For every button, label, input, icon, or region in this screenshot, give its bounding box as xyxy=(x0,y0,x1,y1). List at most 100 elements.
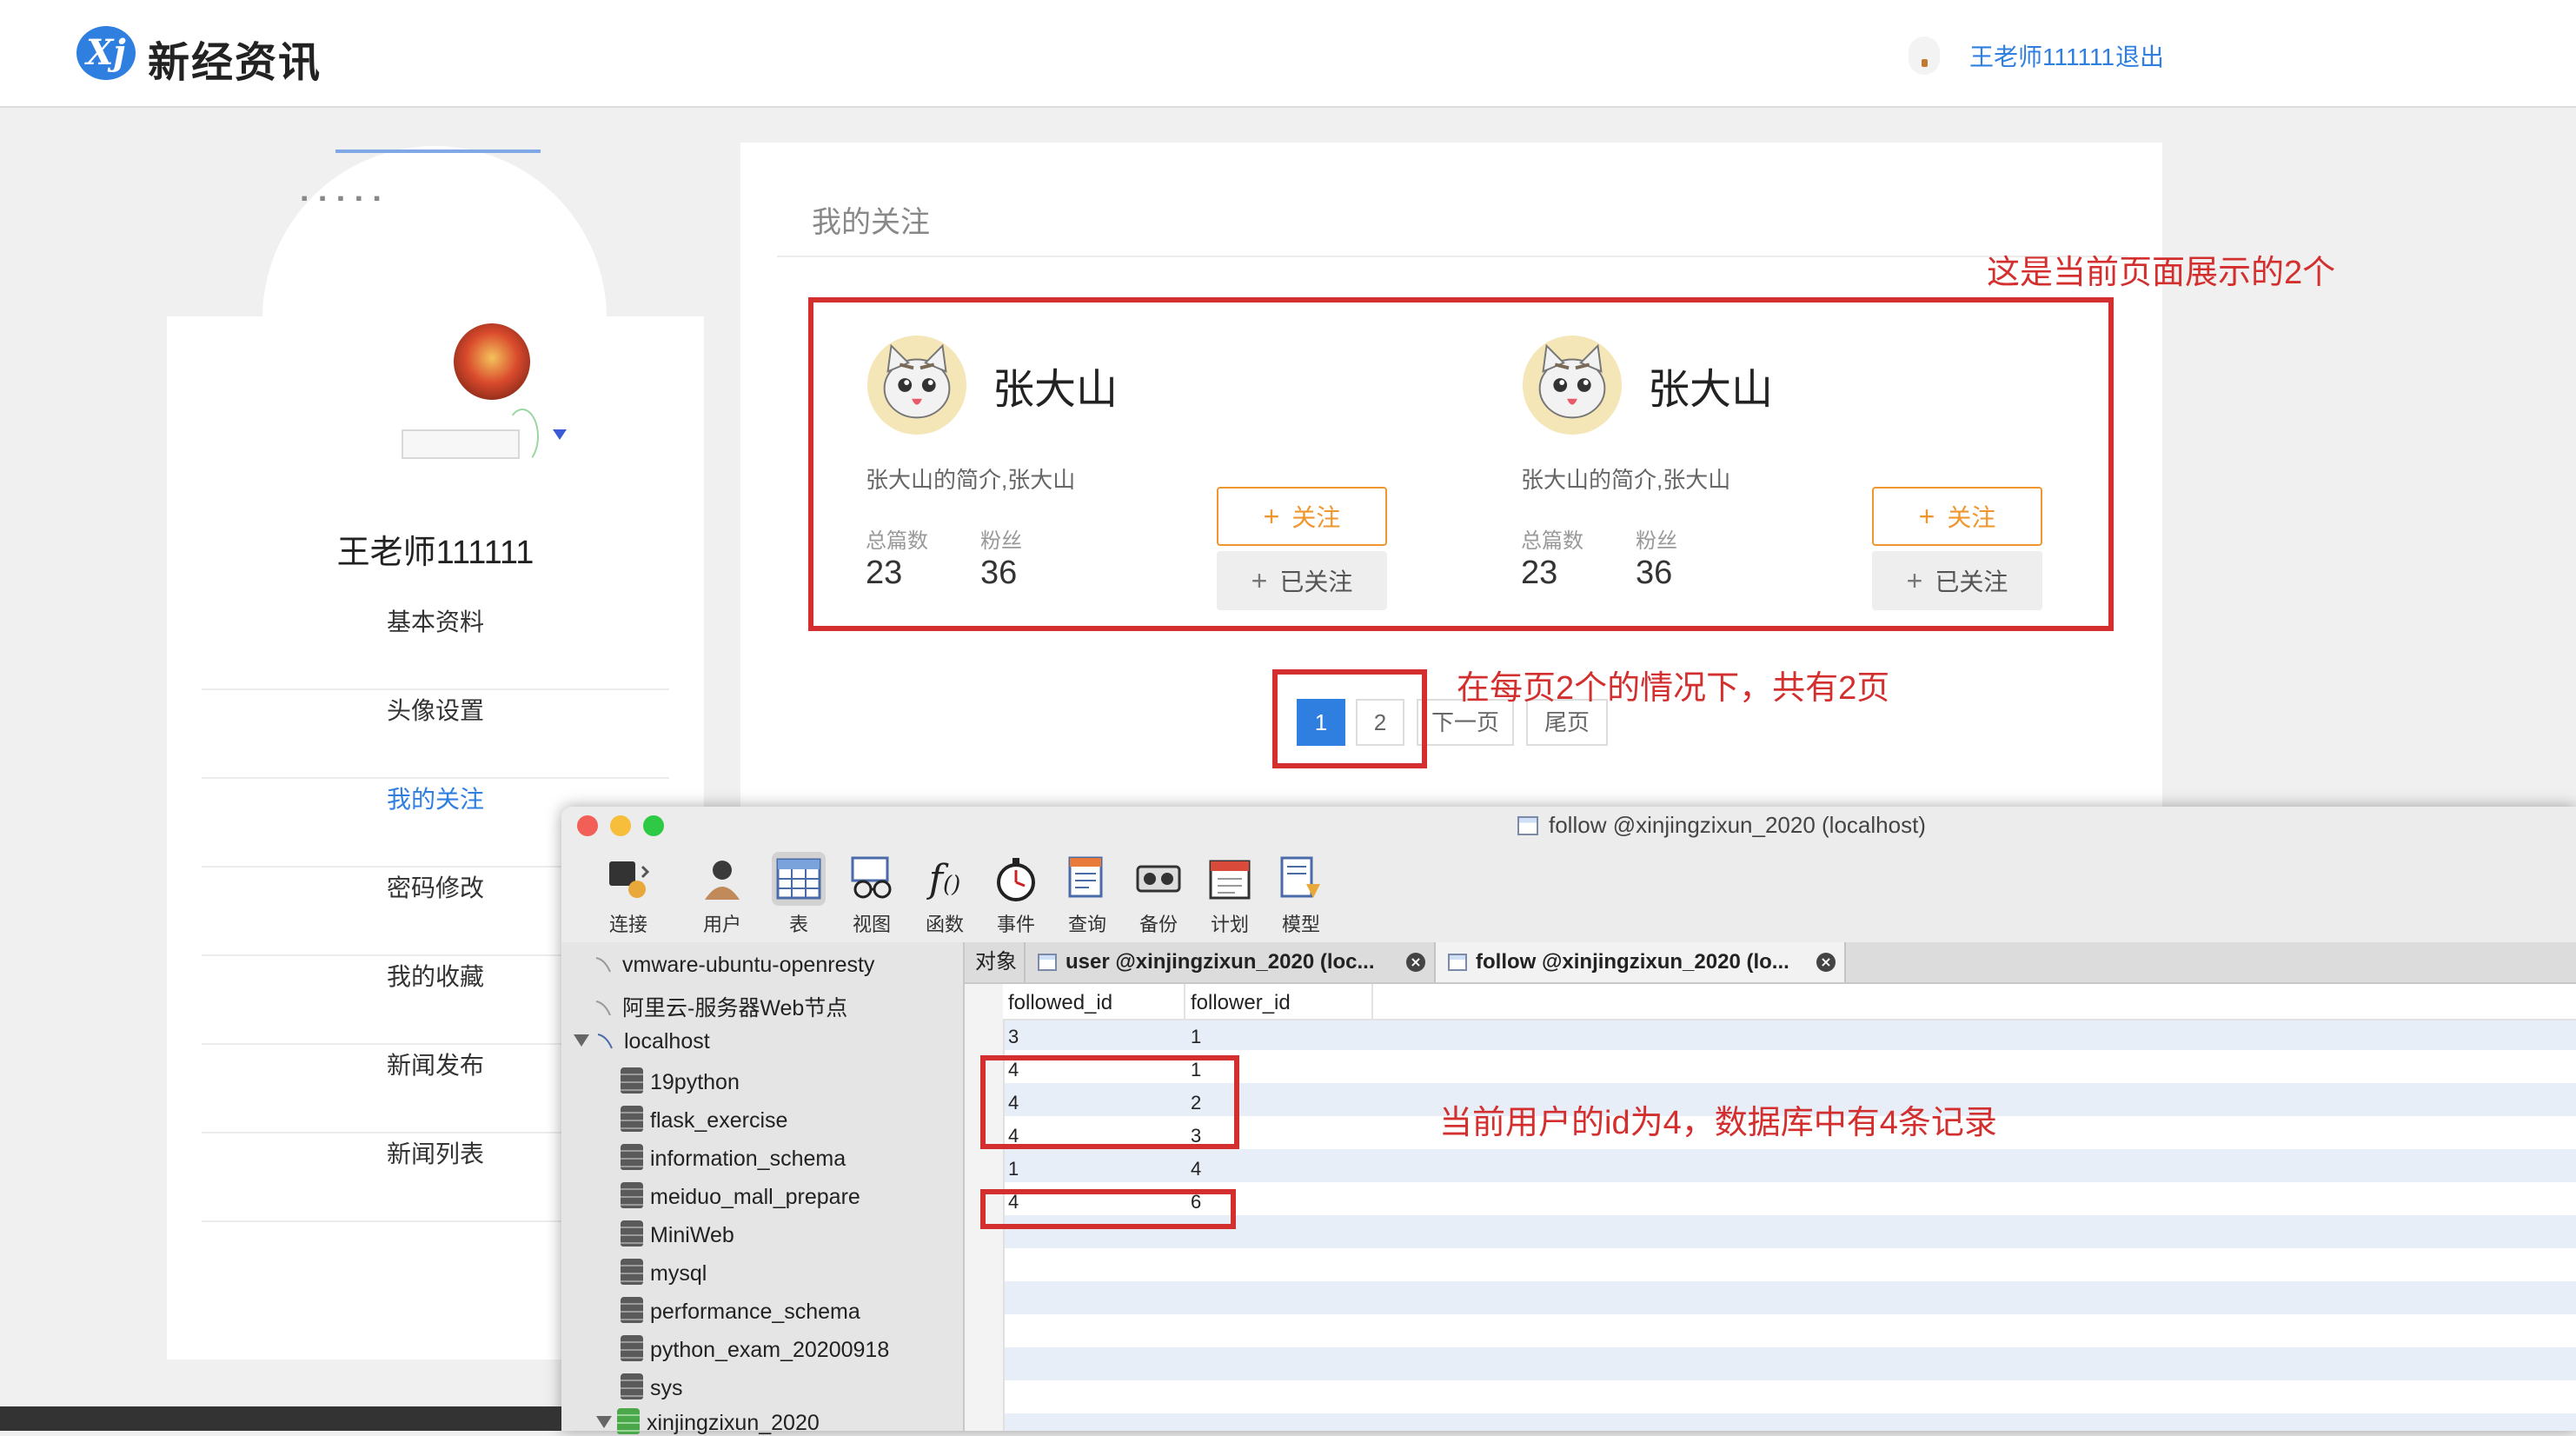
connection-icon xyxy=(593,954,614,975)
toolbar-event-button[interactable]: 事件 xyxy=(982,848,1050,935)
database-icon xyxy=(621,1373,643,1399)
window-title: follow @xinjingzixun_2020 (localhost) xyxy=(1517,812,1926,839)
tab-label: follow @xinjingzixun_2020 (lo... xyxy=(1476,950,1789,974)
annotation-pages-note: 在每页2个的情况下，共有2页 xyxy=(1457,670,1890,707)
toolbar-query-button[interactable]: 查询 xyxy=(1053,848,1121,935)
tree-item-label: information_schema xyxy=(650,1147,846,1171)
annotation-box-cards xyxy=(808,297,2114,631)
close-window-icon[interactable] xyxy=(577,815,598,836)
calendar-icon xyxy=(1203,852,1257,906)
cell-follower-id[interactable]: 1 xyxy=(1191,1026,1201,1048)
column-header-followed-id[interactable]: followed_id xyxy=(1008,991,1112,1015)
tree-item-label: localhost xyxy=(624,1029,710,1054)
tab-label: 对象 xyxy=(975,950,1017,974)
user-avatar[interactable] xyxy=(1909,37,1940,75)
tree-database-item[interactable]: python_exam_20200918 xyxy=(621,1335,889,1363)
annotation-cards-note: 这是当前页面展示的2个 xyxy=(1987,255,2336,291)
glasses-icon xyxy=(845,852,899,906)
tree-database-item[interactable]: meiduo_mall_prepare xyxy=(621,1182,860,1210)
toolbar-label: 视图 xyxy=(852,914,891,935)
tab-label: user @xinjingzixun_2020 (loc... xyxy=(1066,950,1375,974)
minimize-window-icon[interactable] xyxy=(610,815,631,836)
object-tab-bar: 对象 user @xinjingzixun_2020 (loc... × foll… xyxy=(965,942,2576,984)
window-title-text: follow @xinjingzixun_2020 (localhost) xyxy=(1549,812,1926,838)
cell-followed-id[interactable]: 1 xyxy=(1008,1158,1019,1180)
toolbar-model-button[interactable]: 模型 xyxy=(1267,848,1335,935)
decorative-arc xyxy=(506,409,539,464)
table-icon xyxy=(1038,954,1057,971)
connection-icon xyxy=(593,998,614,1019)
close-tab-icon[interactable]: × xyxy=(1406,953,1425,972)
grid-header: followed_id follower_id xyxy=(1003,984,2576,1020)
sidebar-item-basic-info[interactable]: 基本资料 xyxy=(202,603,669,690)
toolbar-label: 连接 xyxy=(608,914,647,935)
user-icon xyxy=(695,852,749,906)
zoom-window-icon[interactable] xyxy=(643,815,664,836)
disclosure-triangle-icon[interactable] xyxy=(574,1034,589,1047)
site-logo-text[interactable]: 新经资讯 xyxy=(148,28,322,89)
tape-icon xyxy=(1132,852,1185,906)
profile-frame-dots: ▪ ▪ ▪ ▪ ▪ xyxy=(301,191,382,205)
column-header-follower-id[interactable]: follower_id xyxy=(1191,991,1291,1015)
dropdown-arrow-icon xyxy=(553,429,567,440)
database-icon xyxy=(621,1067,643,1094)
logout-link[interactable]: 退出 xyxy=(2115,38,2164,73)
toolbar-table-button[interactable]: 表 xyxy=(765,848,833,935)
tree-database-item[interactable]: sys xyxy=(621,1373,683,1401)
annotation-box-user-rows xyxy=(980,1055,1239,1149)
toolbar-user-button[interactable]: 用户 xyxy=(688,848,756,935)
logo-icon[interactable]: Xj xyxy=(76,26,136,80)
toolbar-label: 函数 xyxy=(925,914,964,935)
tree-connection-item[interactable]: 阿里云-服务器Web节点 xyxy=(593,991,847,1022)
profile-frame-divider xyxy=(335,150,541,153)
toolbar-label: 模型 xyxy=(1281,914,1320,935)
tree-connection-item[interactable]: localhost xyxy=(574,1029,710,1054)
database-icon xyxy=(621,1182,643,1208)
tree-item-label: vmware-ubuntu-openresty xyxy=(622,953,875,977)
database-icon xyxy=(621,1144,643,1170)
toolbar-view-button[interactable]: 视图 xyxy=(838,848,906,935)
tab-follow-table[interactable]: follow @xinjingzixun_2020 (lo... × xyxy=(1436,942,1846,982)
tree-item-label: 19python xyxy=(650,1070,740,1094)
database-icon xyxy=(621,1335,643,1361)
tree-connection-item[interactable]: vmware-ubuntu-openresty xyxy=(593,953,874,978)
tree-database-item[interactable]: mysql xyxy=(621,1259,707,1286)
model-icon xyxy=(1274,852,1328,906)
header-user-name[interactable]: 王老师111111 xyxy=(1969,38,2115,73)
query-icon xyxy=(1060,852,1114,906)
toolbar-backup-button[interactable]: 备份 xyxy=(1125,848,1192,935)
database-icon xyxy=(621,1106,643,1132)
toolbar-label: 事件 xyxy=(996,914,1035,935)
annotation-db-note: 当前用户的id为4，数据库中有4条记录 xyxy=(1439,1105,1997,1141)
toolbar-schedule-button[interactable]: 计划 xyxy=(1196,848,1264,935)
tab-user-table[interactable]: user @xinjingzixun_2020 (loc... × xyxy=(1026,942,1436,982)
annotation-box-pagination xyxy=(1272,669,1427,768)
tab-objects[interactable]: 对象 xyxy=(965,942,1026,982)
top-navbar: Xj 新经资讯 王老师111111 退出 xyxy=(0,0,2576,108)
column-separator xyxy=(1371,984,1373,1019)
title-divider xyxy=(777,256,2128,257)
table-icon xyxy=(1448,954,1467,971)
tree-database-item[interactable]: information_schema xyxy=(621,1144,846,1172)
tree-item-label: flask_exercise xyxy=(650,1108,788,1133)
sidebar-item-avatar-settings[interactable]: 头像设置 xyxy=(202,692,669,779)
tree-database-item[interactable]: 19python xyxy=(621,1067,740,1095)
tree-database-item[interactable]: MiniWeb xyxy=(621,1220,734,1248)
stopwatch-icon xyxy=(989,852,1043,906)
tree-database-item[interactable]: xinjingzixun_2020 xyxy=(596,1408,820,1436)
tree-database-item[interactable]: performance_schema xyxy=(621,1297,860,1325)
database-icon xyxy=(621,1297,643,1323)
toolbar-function-button[interactable]: f() 函数 xyxy=(911,848,979,936)
tree-item-label: python_exam_20200918 xyxy=(650,1338,890,1362)
toolbar-label: 计划 xyxy=(1210,914,1249,935)
toolbar-connect-button[interactable]: 连接 xyxy=(594,848,662,935)
sidebar-user-name: 王老师111111 xyxy=(336,535,534,571)
disclosure-triangle-icon[interactable] xyxy=(596,1416,612,1428)
tree-database-item[interactable]: flask_exercise xyxy=(621,1106,787,1134)
close-tab-icon[interactable]: × xyxy=(1816,953,1836,972)
tree-item-label: meiduo_mall_prepare xyxy=(650,1185,860,1209)
cell-follower-id[interactable]: 4 xyxy=(1191,1158,1201,1180)
toolbar-label: 用户 xyxy=(702,914,741,935)
database-icon xyxy=(621,1220,643,1247)
cell-followed-id[interactable]: 3 xyxy=(1008,1026,1019,1048)
